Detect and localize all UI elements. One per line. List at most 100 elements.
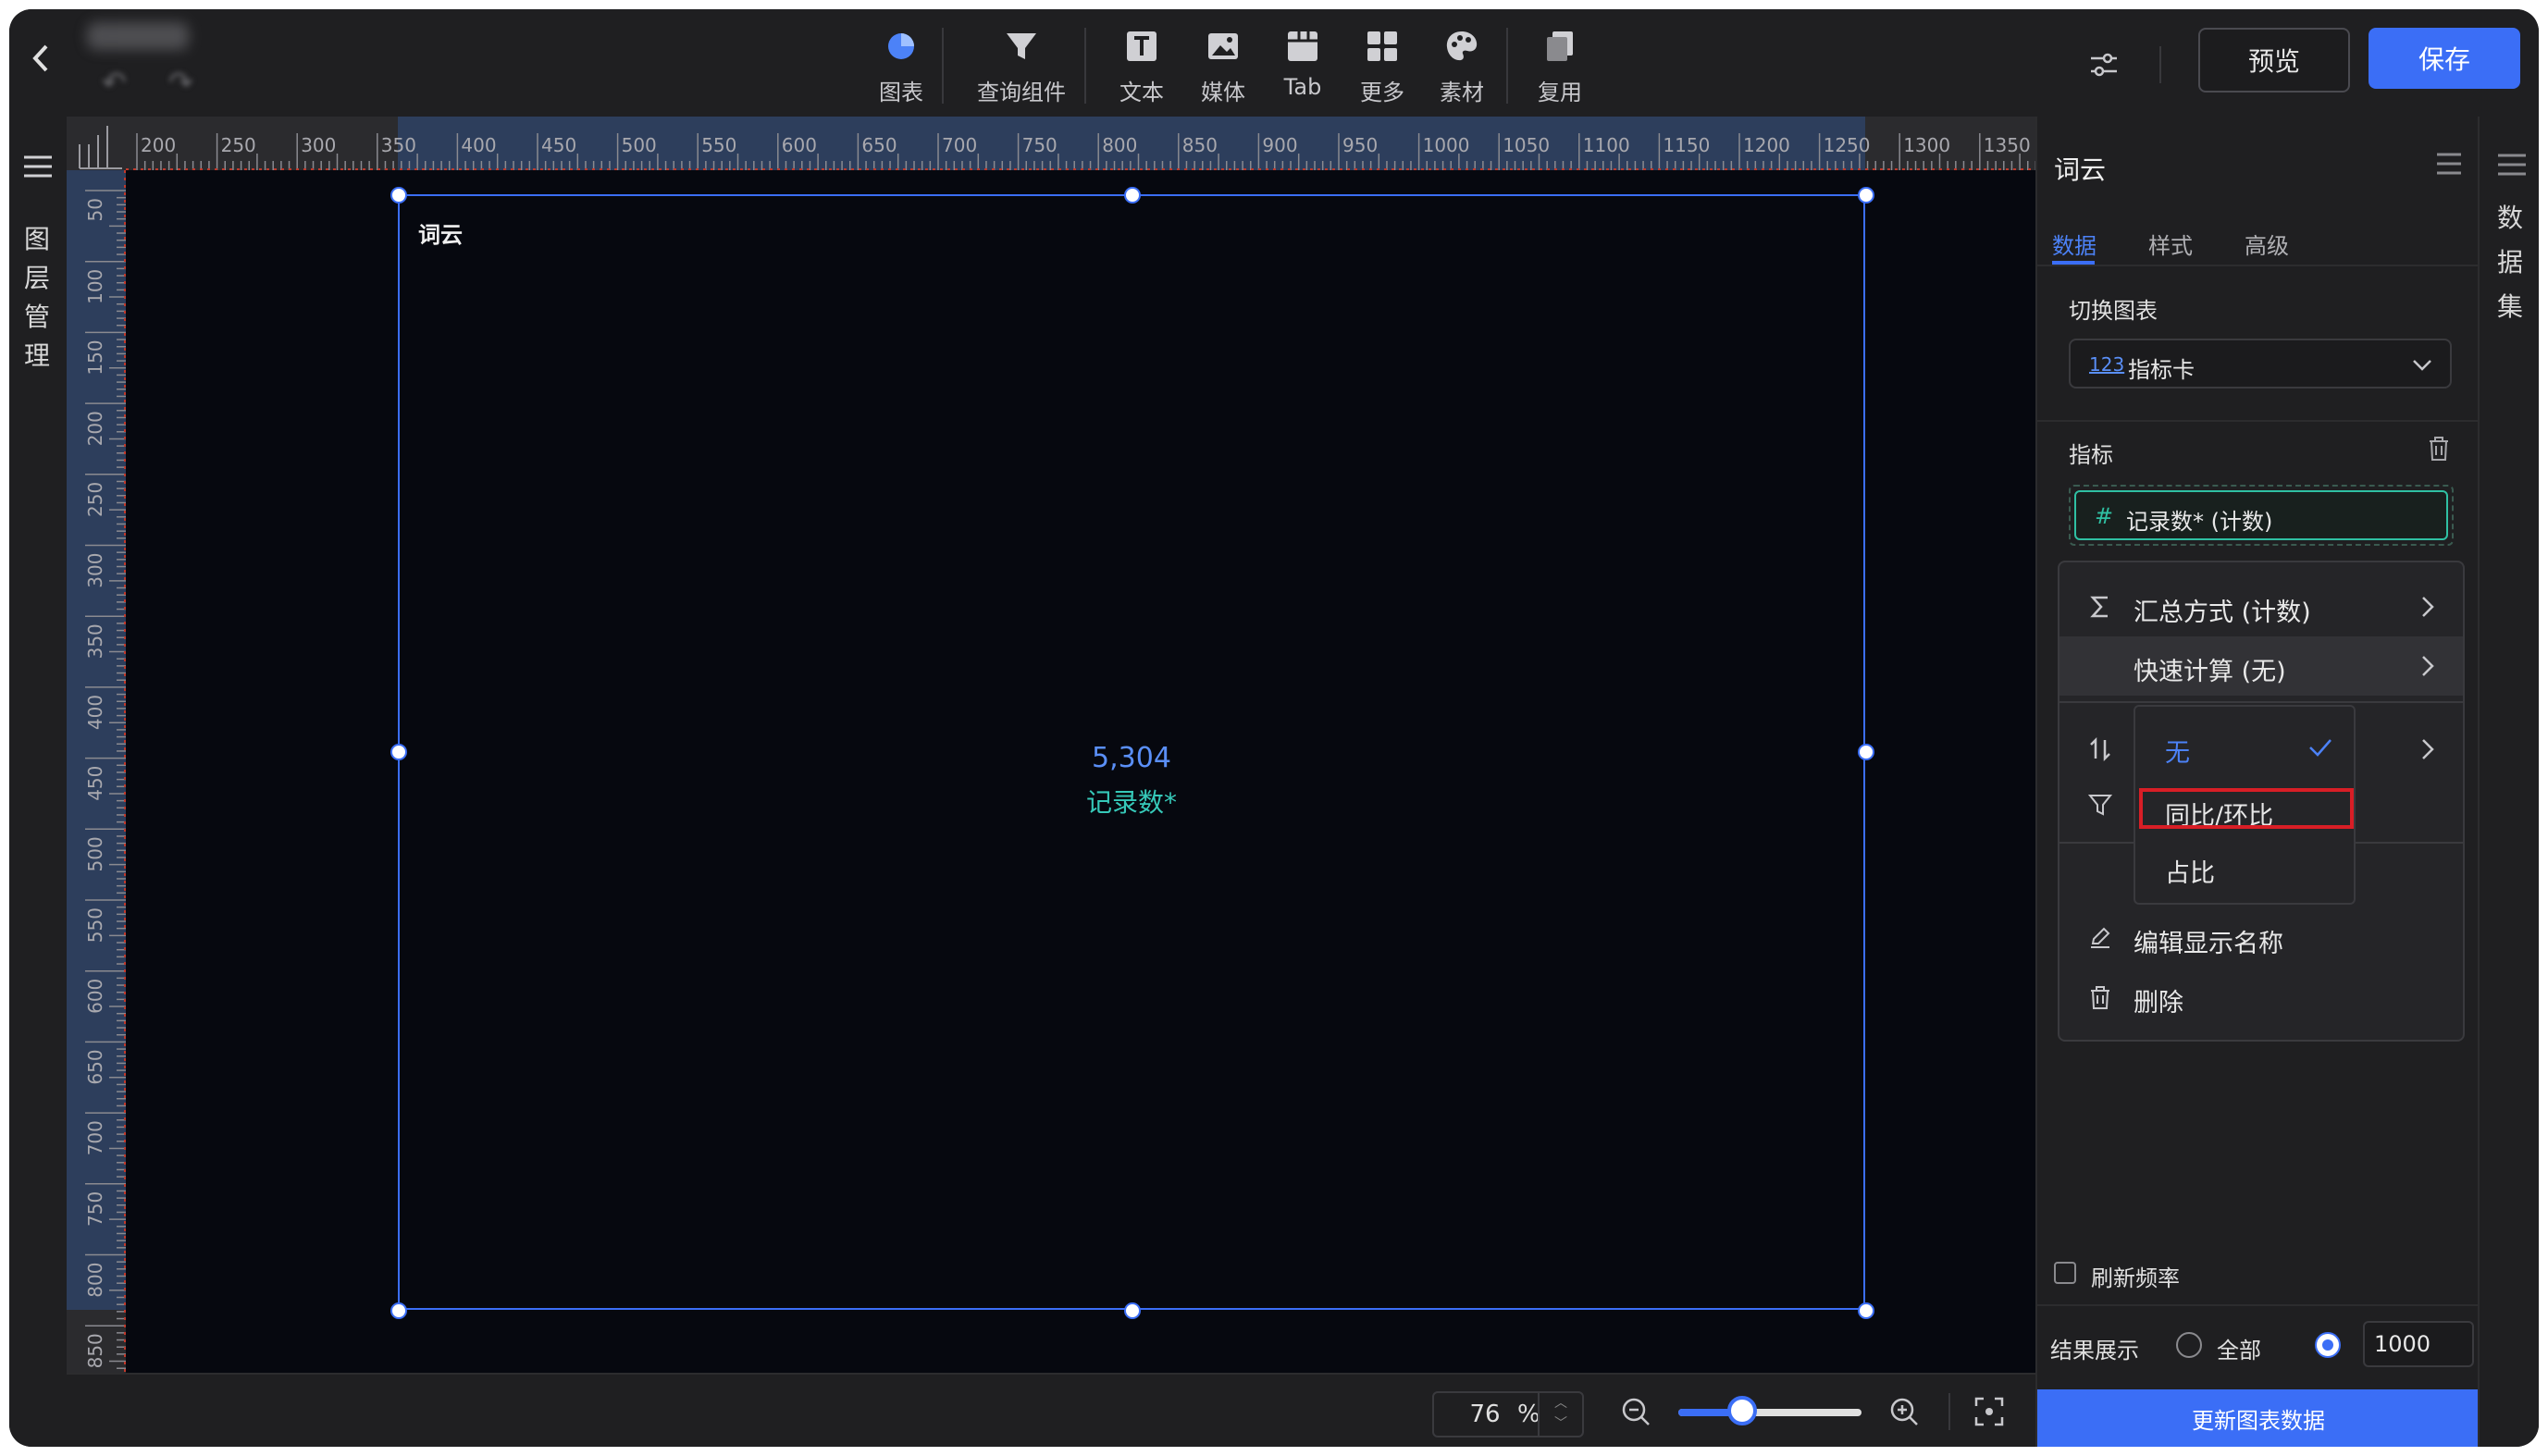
submenu-item-proportion[interactable]: 占比: [2135, 838, 2354, 897]
tool-reuse[interactable]: 复用: [1523, 20, 1597, 109]
copy-icon: [1547, 31, 1573, 61]
hash-icon: #: [2095, 503, 2114, 529]
tab-style[interactable]: 样式: [2148, 228, 2193, 260]
layer-management-tab[interactable]: 图层管理: [17, 220, 57, 376]
ruler-tick-label: 650: [84, 1049, 106, 1084]
zoom-stepper[interactable]: ︿ ﹀: [1538, 1393, 1582, 1436]
refresh-label: 刷新频率: [2091, 1265, 2180, 1291]
tab-advanced[interactable]: 高级: [2245, 228, 2289, 260]
zoom-bar: 76 % ︿ ﹀: [67, 1373, 2035, 1447]
dataset-sidebar: 数据集: [2478, 117, 2539, 1447]
tool-tab[interactable]: Tab: [1266, 20, 1340, 109]
pie-chart-icon: [888, 33, 914, 59]
ruler-tick-label: 600: [84, 979, 106, 1014]
toolbar-separator: [1084, 28, 1086, 104]
zoom-slider-knob[interactable]: [1727, 1396, 1758, 1425]
resize-handle[interactable]: [1858, 1302, 1874, 1319]
ruler-tick-label: 950: [1342, 134, 1378, 156]
metric-drop-zone[interactable]: # 记录数* (计数): [2069, 485, 2454, 546]
design-canvas[interactable]: 词云 5,304 记录数*: [126, 170, 2035, 1373]
resize-handle[interactable]: [1124, 187, 1141, 204]
ruler-tick-label: 250: [221, 134, 256, 156]
ruler-tick-label: 200: [141, 134, 176, 156]
chevron-down-icon[interactable]: ﹀: [1540, 1413, 1582, 1434]
ruler-tick-label: 450: [541, 134, 576, 156]
tab-data[interactable]: 数据: [2052, 228, 2097, 260]
trash-icon: [2091, 986, 2109, 1009]
menu-icon[interactable]: [22, 154, 54, 179]
ruler-left: 50 100 150 200 250 300 350 400 450 500 550 600 650 70…: [67, 170, 126, 1373]
ruler-tick-label: 1100: [1583, 134, 1630, 156]
tool-media[interactable]: 媒体: [1186, 20, 1260, 109]
resize-handle[interactable]: [1124, 1302, 1141, 1319]
refresh-checkbox[interactable]: [2054, 1262, 2076, 1284]
chevron-up-icon[interactable]: ︿: [1540, 1393, 1582, 1413]
sort-icon: [2090, 736, 2110, 762]
dataset-tab[interactable]: 数据集: [2489, 196, 2531, 329]
result-limit-input[interactable]: [2363, 1321, 2474, 1367]
ruler-tick-label: 650: [861, 134, 897, 156]
preview-button[interactable]: 预览: [2198, 28, 2350, 93]
update-chart-data-button[interactable]: 更新图表数据: [2037, 1389, 2480, 1447]
zoom-in-icon[interactable]: [1886, 1393, 1923, 1430]
zoom-slider[interactable]: [1678, 1396, 1862, 1425]
selected-widget[interactable]: 词云 5,304 记录数*: [398, 194, 1865, 1310]
chevron-right-icon: [2422, 656, 2434, 676]
tool-material[interactable]: 素材: [1425, 20, 1499, 109]
tool-query[interactable]: 查询组件: [966, 20, 1077, 109]
ruler-tick-label: 400: [461, 134, 496, 156]
tab-icon: [1288, 31, 1317, 61]
image-icon: [1208, 33, 1238, 59]
resize-handle[interactable]: [390, 187, 407, 204]
tool-more[interactable]: 更多: [1345, 20, 1419, 109]
metric-field-pill[interactable]: # 记录数* (计数): [2074, 490, 2448, 540]
back-button[interactable]: [30, 43, 50, 82]
ruler-tick-label: 800: [1102, 134, 1137, 156]
chevron-right-icon: [2422, 739, 2434, 759]
top-toolbar: ↶ ↷ 图表 查询组件 文本 媒体 Tab 更多 素材 复用 预览 保存: [9, 9, 2539, 118]
zoom-out-icon[interactable]: [1617, 1393, 1654, 1430]
fit-screen-icon[interactable]: [1971, 1393, 2008, 1430]
toolbar-separator: [2159, 46, 2161, 83]
ruler-tick-label: 700: [942, 134, 977, 156]
menu-icon[interactable]: [2496, 152, 2528, 178]
sliders-icon[interactable]: [2085, 46, 2122, 83]
menu-item-aggregation[interactable]: 汇总方式 (计数): [2059, 577, 2463, 636]
result-limit-radio[interactable]: [2315, 1332, 2341, 1358]
panel-menu-icon[interactable]: [2435, 152, 2463, 176]
chevron-left-icon: [32, 44, 48, 72]
save-button[interactable]: 保存: [2369, 28, 2520, 89]
menu-separator: [2059, 701, 2463, 703]
menu-item-delete[interactable]: 删除: [2059, 968, 2463, 1027]
ruler-tick-label: 350: [381, 134, 416, 156]
resize-handle[interactable]: [1858, 187, 1874, 204]
zoom-input[interactable]: 76 % ︿ ﹀: [1432, 1391, 1584, 1437]
menu-item-edit-name[interactable]: 编辑显示名称: [2059, 908, 2463, 968]
edit-icon: [2091, 927, 2110, 948]
menu-item-quick-calc[interactable]: 快速计算 (无): [2059, 636, 2463, 696]
result-all-radio[interactable]: [2176, 1332, 2202, 1358]
palette-icon: [1446, 31, 1478, 61]
resize-handle[interactable]: [390, 744, 407, 760]
ruler-corner: [67, 117, 126, 170]
chart-type-select[interactable]: 123 指标卡: [2069, 339, 2452, 389]
ruler-tick-label: 50: [84, 198, 106, 221]
submenu-item-none[interactable]: 无: [2135, 718, 2354, 777]
widget-title: 词云: [418, 222, 463, 248]
undo-button[interactable]: ↶: [102, 65, 127, 100]
resize-handle[interactable]: [390, 1302, 407, 1319]
ruler-tick-label: 300: [84, 553, 106, 588]
app-window: ↶ ↷ 图表 查询组件 文本 媒体 Tab 更多 素材 复用 预览 保存 图层管…: [9, 9, 2539, 1447]
text-icon: [1127, 31, 1156, 61]
redo-button[interactable]: ↷: [168, 65, 193, 100]
ruler-tick-label: 550: [701, 134, 736, 156]
section-divider: [2037, 420, 2480, 422]
document-title[interactable]: [87, 22, 189, 50]
tool-chart[interactable]: 图表: [864, 20, 938, 109]
tool-text[interactable]: 文本: [1105, 20, 1179, 109]
resize-handle[interactable]: [1858, 744, 1874, 760]
filter-icon: [2087, 795, 2113, 816]
metric-section-label: 指标: [2069, 442, 2113, 468]
trash-icon[interactable]: [2426, 435, 2452, 463]
chevron-right-icon: [2422, 597, 2434, 617]
